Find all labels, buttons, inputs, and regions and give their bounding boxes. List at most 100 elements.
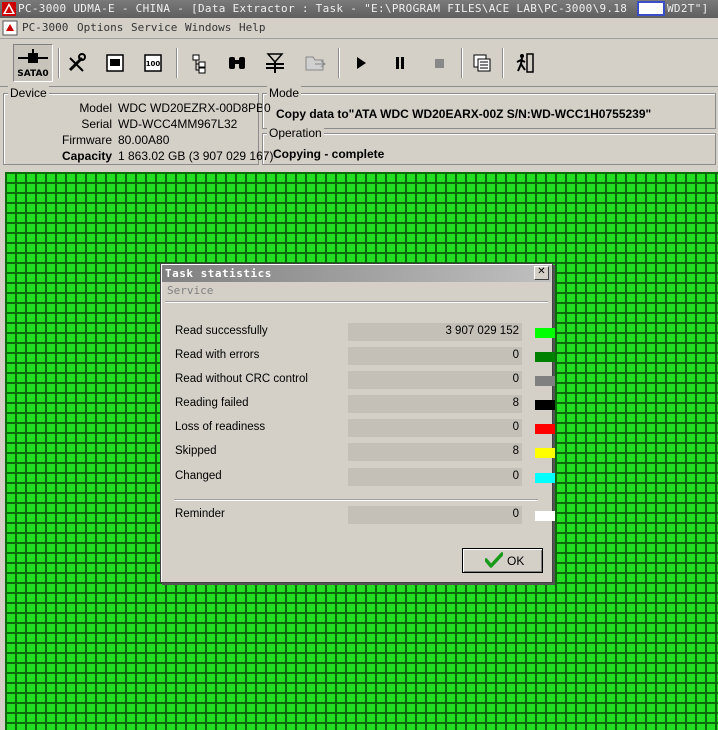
pause-icon bbox=[396, 57, 404, 69]
firmware-icon bbox=[106, 54, 124, 72]
menu-bar: PC-3000 Options Service Windows Help bbox=[0, 18, 718, 39]
export-icon bbox=[305, 56, 326, 71]
copy-icon bbox=[473, 54, 491, 72]
device-firmware-row: Firmware 80.00A80 bbox=[4, 133, 254, 149]
stop-button[interactable] bbox=[422, 46, 456, 80]
device-model-value: WDC WD20EZRX-00D8PB0 bbox=[118, 101, 271, 115]
stat-row-read-without-crc: Read without CRC control 0 bbox=[174, 371, 555, 389]
device-group: Device Model WDC WD20EZRX-00D8PB0 Serial… bbox=[3, 86, 273, 165]
binoculars-icon bbox=[229, 57, 245, 69]
stat-row-reminder: Reminder 0 bbox=[174, 506, 555, 524]
operation-group-label: Operation bbox=[267, 126, 324, 140]
stat-value: 3 907 029 152 bbox=[348, 323, 522, 341]
tools-icon bbox=[68, 53, 86, 72]
checkmark-icon bbox=[485, 552, 503, 568]
export-button[interactable] bbox=[298, 46, 332, 80]
stat-value: 8 bbox=[348, 395, 522, 413]
toolbar-separator bbox=[338, 48, 340, 78]
stat-label: Read successfully bbox=[175, 325, 268, 337]
close-icon[interactable]: ✕ bbox=[534, 266, 549, 280]
connector-icon bbox=[18, 49, 48, 63]
stat-value: 0 bbox=[348, 506, 522, 524]
color-swatch bbox=[535, 424, 555, 434]
color-swatch bbox=[535, 473, 555, 483]
menu-pc3000[interactable]: PC-3000 bbox=[22, 21, 68, 34]
menu-help[interactable]: Help bbox=[239, 21, 266, 34]
sort-button[interactable] bbox=[258, 46, 292, 80]
search-button[interactable] bbox=[220, 46, 254, 80]
pause-button[interactable] bbox=[383, 46, 417, 80]
mode-group: Mode Copy data to"ATA WDC WD20EARX-00Z S… bbox=[262, 86, 716, 129]
color-swatch bbox=[535, 400, 555, 410]
stat-row-loss-of-readiness: Loss of readiness 0 bbox=[174, 419, 555, 437]
mode-text: Copy data to"ATA WDC WD20EARX-00Z S/N:WD… bbox=[276, 107, 652, 121]
play-icon bbox=[357, 57, 366, 69]
device-capacity-key: Capacity bbox=[61, 149, 112, 163]
stat-row-skipped: Skipped 8 bbox=[174, 443, 555, 461]
tree-icon bbox=[192, 54, 206, 74]
toolbar: SATA0 100 bbox=[0, 40, 718, 87]
firmware-button[interactable] bbox=[98, 46, 132, 80]
device-model-key: Model bbox=[79, 101, 112, 115]
task-statistics-dialog: Task statistics ✕ Service Read successfu… bbox=[160, 263, 555, 583]
percent-button[interactable]: 100 bbox=[136, 46, 170, 80]
stat-row-read-with-errors: Read with errors 0 bbox=[174, 347, 555, 365]
sata-port-button[interactable]: SATA0 bbox=[13, 44, 53, 82]
sata-port-label: SATA0 bbox=[17, 69, 49, 79]
stat-row-changed: Changed 0 bbox=[174, 468, 555, 486]
sort-icon bbox=[266, 53, 284, 73]
device-firmware-value: 80.00A80 bbox=[118, 133, 170, 147]
operation-status: Copying - complete bbox=[273, 147, 385, 161]
dialog-title-bar: Task statistics bbox=[162, 265, 551, 282]
exit-icon bbox=[516, 53, 534, 73]
mode-group-label: Mode bbox=[267, 86, 302, 100]
title-bar: PC-3000 UDMA-E - CHINA - [Data Extractor… bbox=[0, 0, 718, 18]
device-serial-row: Serial WD-WCC4MM967L32 bbox=[4, 117, 254, 133]
stat-label: Read with errors bbox=[175, 349, 260, 361]
stat-label: Read without CRC control bbox=[175, 373, 308, 385]
stat-row-reading-failed: Reading failed 8 bbox=[174, 395, 555, 413]
menu-windows[interactable]: Windows bbox=[185, 21, 231, 34]
device-serial-value: WD-WCC4MM967L32 bbox=[118, 117, 238, 131]
tree-button[interactable] bbox=[182, 46, 216, 80]
svg-text:100: 100 bbox=[146, 60, 161, 68]
tools-button[interactable] bbox=[60, 46, 94, 80]
window-title: PC-3000 UDMA-E - CHINA - [Data Extractor… bbox=[18, 2, 628, 15]
window-title-tail: WD2T"] bbox=[667, 2, 709, 15]
menu-service[interactable]: Service bbox=[131, 21, 177, 34]
stat-row-read-successfully: Read successfully 3 907 029 152 bbox=[174, 323, 555, 341]
device-group-label: Device bbox=[8, 86, 49, 100]
stat-value: 0 bbox=[348, 347, 522, 365]
color-swatch bbox=[535, 448, 555, 458]
dialog-menu-service[interactable]: Service bbox=[167, 284, 213, 297]
play-button[interactable] bbox=[344, 46, 378, 80]
stat-label: Reading failed bbox=[175, 397, 249, 409]
stat-value: 8 bbox=[348, 443, 522, 461]
exit-button[interactable] bbox=[508, 46, 542, 80]
device-model-row: Model WDC WD20EZRX-00D8PB0 bbox=[4, 101, 270, 117]
toolbar-separator bbox=[461, 48, 463, 78]
menu-options[interactable]: Options bbox=[77, 21, 123, 34]
dialog-title: Task statistics bbox=[165, 267, 272, 280]
stats-divider bbox=[174, 499, 538, 501]
stop-icon bbox=[435, 59, 444, 68]
app-logo-icon bbox=[2, 2, 16, 16]
device-serial-key: Serial bbox=[81, 117, 112, 131]
menu-app-icon[interactable] bbox=[2, 20, 18, 36]
device-capacity-value: 1 863.02 GB (3 907 029 167) bbox=[118, 149, 274, 163]
percent-icon: 100 bbox=[144, 54, 162, 72]
stat-value: 0 bbox=[348, 419, 522, 437]
stat-label: Changed bbox=[175, 470, 222, 482]
color-swatch bbox=[535, 511, 555, 521]
copy-button[interactable] bbox=[465, 46, 499, 80]
ok-button[interactable]: OK bbox=[462, 548, 543, 573]
redacted-box bbox=[637, 1, 665, 16]
color-swatch bbox=[535, 376, 555, 386]
device-capacity-row: Capacity 1 863.02 GB (3 907 029 167) bbox=[4, 149, 273, 165]
ok-button-label: OK bbox=[507, 554, 525, 568]
dialog-menu-divider bbox=[165, 301, 548, 303]
color-swatch bbox=[535, 352, 555, 362]
stat-label: Skipped bbox=[175, 445, 217, 457]
operation-group: Operation Copying - complete bbox=[262, 126, 716, 165]
stat-label: Loss of readiness bbox=[175, 421, 266, 433]
